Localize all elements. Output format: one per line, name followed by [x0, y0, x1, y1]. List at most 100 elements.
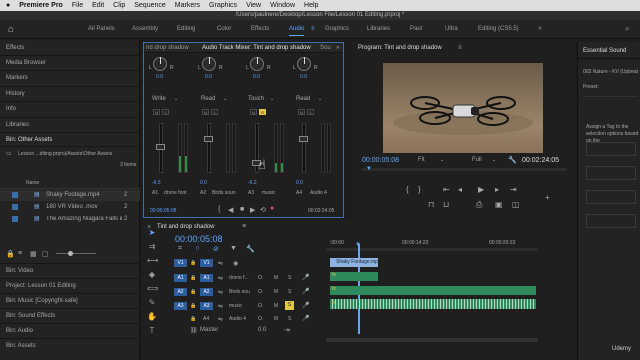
chevron-down-icon[interactable]: ⌄ — [174, 96, 178, 102]
play-icon[interactable]: ▶ — [478, 185, 484, 194]
track-select-icon[interactable]: ⇉ — [147, 242, 157, 252]
linked-selection-icon[interactable]: ⊘ — [213, 245, 219, 253]
column-header-name[interactable]: Name — [26, 180, 39, 186]
timeline-timecode[interactable]: 00:00:05:08 — [175, 234, 223, 244]
volume-fader[interactable] — [207, 123, 211, 173]
audio-clip-a2[interactable] — [330, 286, 536, 295]
workspace-editing-cs55[interactable]: Editing (CS5.5) — [478, 26, 519, 32]
wrench-icon[interactable]: 🔧 — [246, 245, 255, 253]
track-level[interactable]: O. — [258, 289, 263, 295]
automation-mode[interactable]: Read — [296, 96, 310, 102]
source-patch-a2[interactable]: A2 — [174, 288, 187, 296]
mixer-time-in[interactable]: 00:00:05:08 — [150, 208, 176, 214]
voiceover-mic-icon[interactable]: 🎤 — [302, 302, 309, 309]
nest-icon[interactable]: ⌗ — [178, 245, 182, 253]
automation-mode[interactable]: Touch — [248, 96, 264, 102]
bin-audio[interactable]: Bin: Audio — [6, 328, 33, 334]
workspace-assembly[interactable]: Assembly — [132, 26, 158, 32]
volume-value[interactable]: -6.5 — [152, 180, 161, 186]
bin-title[interactable]: Bin: Other Assets — [6, 137, 52, 143]
automation-mode[interactable]: Read — [201, 96, 215, 102]
tab-audio-track-mixer[interactable]: Audio Track Mixer: Tint and drop shadow — [202, 45, 311, 51]
solo-button-active[interactable]: S — [285, 301, 294, 310]
menu-window[interactable]: Window — [270, 2, 295, 9]
volume-value[interactable]: 0.0 — [296, 180, 303, 186]
panel-libraries[interactable]: Libraries — [6, 122, 29, 128]
go-to-out-icon[interactable]: ⇥ — [284, 326, 290, 334]
chevron-down-icon[interactable]: ⌄ — [492, 157, 496, 163]
workspace-color[interactable]: Color — [217, 26, 231, 32]
preset-row[interactable]: 003 Nature - KV (Upbeat — [583, 69, 638, 75]
menu-markers[interactable]: Markers — [175, 2, 200, 9]
search-icon[interactable]: ⌕ — [625, 24, 629, 34]
overflow-icon[interactable]: » — [336, 45, 339, 51]
program-timecode[interactable]: 00:00:05:08 — [362, 157, 399, 164]
bin-item-name[interactable]: 180 VR Video .mov — [46, 204, 98, 210]
audio-clip-a1[interactable] — [330, 272, 378, 281]
pan-knob[interactable] — [250, 57, 264, 71]
channel-name[interactable]: drone foot — [164, 190, 192, 196]
volume-value[interactable]: -6.2 — [248, 180, 257, 186]
panel-history[interactable]: History — [6, 91, 25, 97]
zoom-slider-thumb[interactable] — [68, 251, 73, 256]
workspace-all-panels[interactable]: All Panels — [88, 26, 115, 32]
chevron-down-icon[interactable]: ⌄ — [440, 157, 444, 163]
type-tool-icon[interactable]: T — [147, 326, 157, 336]
tag-sfx-button[interactable] — [586, 190, 636, 204]
project-lesson-01[interactable]: Project: Lesson 01 Editing — [6, 283, 76, 289]
vr-icon[interactable]: ◫ — [512, 200, 520, 209]
menu-clip[interactable]: Clip — [113, 2, 125, 9]
voiceover-mic-icon[interactable]: 🎤 — [302, 315, 309, 322]
video-clip[interactable]: Shaky Footage.mp — [330, 258, 378, 267]
zoom-slider[interactable] — [56, 253, 96, 254]
workspace-paul[interactable]: Paul — [410, 26, 422, 32]
track-level[interactable]: O. — [258, 275, 263, 281]
workspace-ultra[interactable]: Ultra — [445, 26, 458, 32]
master-level[interactable]: 0.0 — [258, 327, 266, 333]
home-icon[interactable]: ⌂ — [8, 24, 14, 35]
quality-dropdown[interactable]: Full — [472, 157, 482, 163]
lift-icon[interactable]: ⊓ — [428, 200, 434, 209]
step-back-icon[interactable]: ◀ — [228, 206, 233, 214]
compare-icon[interactable]: ▣ — [495, 200, 503, 209]
timeline-scrollbar[interactable] — [326, 338, 538, 342]
solo-button[interactable]: S — [288, 316, 291, 322]
step-back-icon[interactable]: ◂ — [458, 185, 462, 194]
pan-knob[interactable] — [202, 57, 216, 71]
freeform-view-icon[interactable]: ▢ — [42, 250, 49, 258]
source-patch-a3[interactable]: A3 — [174, 302, 187, 310]
wrench-icon[interactable]: 🔧 — [508, 156, 517, 164]
panel-info[interactable]: Info — [6, 106, 16, 112]
program-menu-icon[interactable]: ≡ — [458, 45, 462, 51]
sync-lock-icon[interactable]: ⇋ — [218, 275, 223, 282]
workspace-audio[interactable]: Audio — [289, 26, 305, 36]
record-icon[interactable]: ● — [270, 205, 274, 212]
list-view-icon[interactable]: ≡ — [18, 250, 22, 257]
mute-button[interactable]: M — [274, 316, 278, 322]
bin-sound-effects[interactable]: Bin: Sound Effects — [6, 313, 55, 319]
track-target-a2[interactable]: A2 — [200, 288, 213, 296]
workspace-graphics[interactable]: Graphics — [325, 26, 349, 32]
chevron-down-icon[interactable]: ⌄ — [270, 96, 274, 102]
voiceover-mic-icon[interactable]: 🎤 — [302, 274, 309, 281]
mark-in-icon[interactable]: { — [406, 185, 409, 194]
snap-icon[interactable]: ∩ — [195, 245, 200, 252]
solo-button[interactable]: S — [288, 289, 291, 295]
mute-button[interactable]: M — [274, 289, 278, 295]
export-frame-icon[interactable]: ⎙ — [476, 200, 482, 210]
program-title[interactable]: Program: Tint and drop shadow — [358, 45, 442, 51]
channel-name[interactable]: Audio 4 — [310, 190, 327, 196]
lock-icon[interactable]: 🔒 — [190, 303, 196, 309]
track-name[interactable]: music — [229, 303, 242, 309]
solo-button[interactable]: S — [307, 109, 314, 115]
sync-lock-icon[interactable]: ⇋ — [218, 303, 223, 310]
solo-button[interactable]: S — [259, 109, 266, 115]
mute-button[interactable]: M — [274, 275, 278, 281]
sequence-tab[interactable]: Tint and drop shadow — [157, 224, 214, 230]
audio-clip-a3[interactable] — [330, 299, 536, 309]
track-level[interactable]: O. — [258, 303, 263, 309]
workspace-libraries[interactable]: Libraries — [367, 26, 390, 32]
tab-source[interactable]: nd drop shadow — [146, 45, 189, 51]
selection-tool-icon[interactable]: ➤ — [147, 228, 157, 238]
track-name[interactable]: Birds sou — [229, 289, 250, 295]
